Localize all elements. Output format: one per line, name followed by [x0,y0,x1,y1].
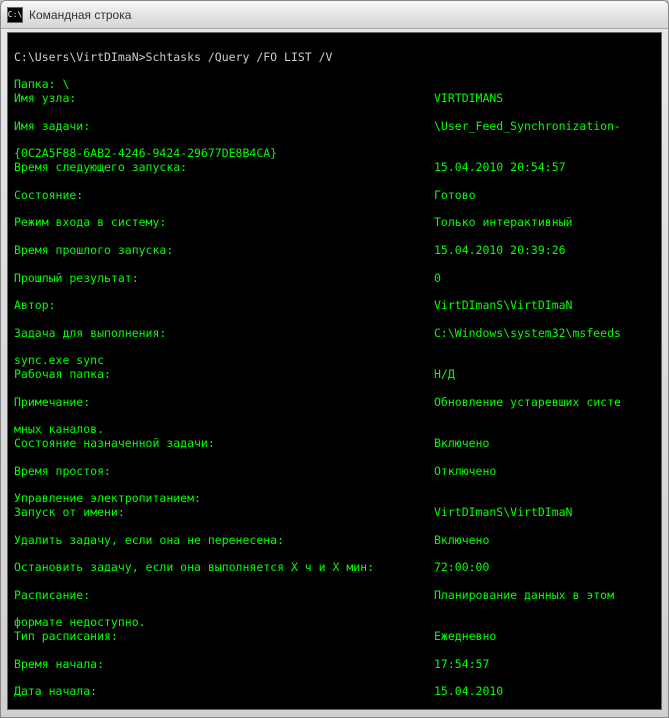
stype-label: Тип расписания: [14,630,434,644]
stime-value: 17:54:57 [434,658,655,672]
del-label: Удалить задачу, если она не перенесена: [14,534,434,548]
state-value: Готово [434,189,655,203]
stop-label: Остановить задачу, если она выполняется … [14,561,434,575]
author-label: Автор: [14,299,434,313]
stop-value: 72:00:00 [434,561,655,575]
task-guid: {0C2A5F88-6AB2-4246-9424-29677DE8B4CA} [14,146,277,160]
schedstate-label: Состояние назначенной задачи: [14,437,434,451]
console-output[interactable]: C:\Users\VirtDImaN>Schtasks /Query /FO L… [7,32,662,710]
schedstate-value: Включено [434,437,655,451]
wdir-label: Рабочая папка: [14,368,434,382]
window-title: Командная строка [29,8,662,22]
author-value: VirtDImanS\VirtDImaN [434,299,655,313]
lastrun-label: Время прошлого запуска: [14,244,434,258]
del-value: Включено [434,534,655,548]
titlebar[interactable]: C:\ Командная строка [1,1,668,29]
run-label: Задача для выполнения: [14,327,434,341]
sdate-label: Дата начала: [14,685,434,699]
sched-value: Планирование данных в этом [434,589,655,603]
wdir-value: Н/Д [434,368,655,382]
lastrun-value: 15.04.2010 20:39:26 [434,244,655,258]
idle-value: Отключено [434,465,655,479]
nextrun-value: 15.04.2010 20:54:57 [434,161,655,175]
run-value: C:\Windows\system32\msfeeds [434,327,655,341]
sdate-value: 15.04.2010 [434,685,655,699]
prompt-line: C:\Users\VirtDImaN>Schtasks /Query /FO L… [14,50,333,64]
sched-cont: формате недоступно. [14,615,146,629]
runas-value: VirtDImanS\VirtDImaN [434,506,655,520]
taskname-value: \User_Feed_Synchronization- [434,120,655,134]
power-label: Управление электропитанием: [14,491,201,505]
cmd-window: C:\ Командная строка C:\Users\VirtDImaN>… [0,0,669,718]
runas-label: Запуск от имени: [14,506,434,520]
stype-value: Ежедневно [434,630,655,644]
logon-label: Режим входа в систему: [14,216,434,230]
comment-cont: мных каналов. [14,422,104,436]
idle-label: Время простоя: [14,465,434,479]
host-label: Имя узла: [14,92,434,106]
cmd-icon: C:\ [7,7,23,23]
taskname-label: Имя задачи: [14,120,434,134]
result-label: Прошлый результат: [14,272,434,286]
run-cont: sync.exe sync [14,353,104,367]
comment-value: Обновление устаревших систе [434,396,655,410]
sched-label: Расписание: [14,589,434,603]
state-label: Состояние: [14,189,434,203]
host-value: VIRTDIMANS [434,92,655,106]
stime-label: Время начала: [14,658,434,672]
comment-label: Примечание: [14,396,434,410]
nextrun-label: Время следующего запуска: [14,161,434,175]
result-value: 0 [434,272,655,286]
task-folder: Папка: \ [14,77,69,91]
logon-value: Только интерактивный [434,216,655,230]
